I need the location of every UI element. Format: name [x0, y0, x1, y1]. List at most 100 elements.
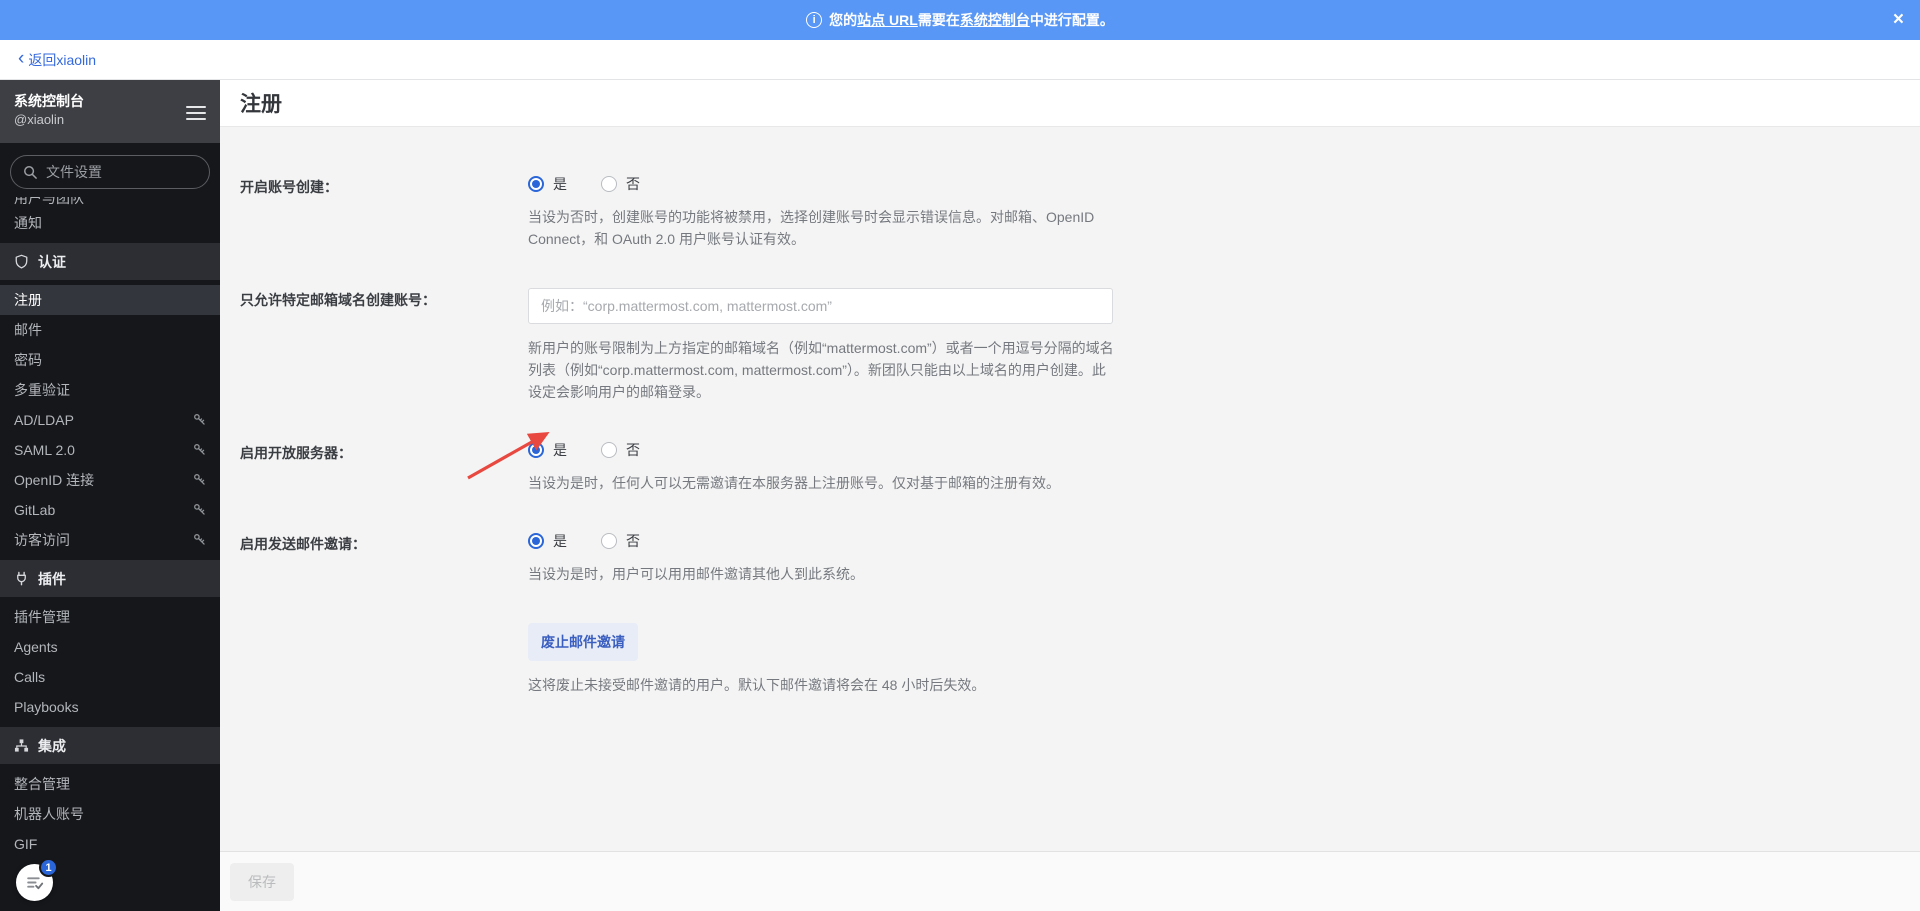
- system-console-link[interactable]: 系统控制台: [960, 10, 1030, 30]
- key-icon: [194, 444, 205, 455]
- sidebar-section-label: 集成: [38, 737, 66, 754]
- radio-icon[interactable]: [601, 176, 617, 192]
- back-link-label: 返回xiaolin: [28, 51, 97, 68]
- radio-option-no[interactable]: 否: [601, 174, 640, 194]
- sidebar-item[interactable]: 邮件: [0, 315, 220, 345]
- setting-row-enable-open-server: 启用开放服务器： 是 否 当设为是时，任何人可以无需邀请在本服务器上注册账号。仅…: [240, 441, 1920, 494]
- setting-label: 启用开放服务器：: [240, 445, 352, 461]
- radio-icon[interactable]: [528, 533, 544, 549]
- sidebar-item[interactable]: 整合管理: [0, 769, 220, 799]
- sidebar-search[interactable]: [10, 155, 210, 189]
- radio-label: 否: [626, 176, 640, 192]
- sidebar-item[interactable]: GIF: [0, 829, 220, 859]
- radio-group: 是 否: [528, 532, 1128, 550]
- sidebar-item[interactable]: 机器人账号: [0, 799, 220, 829]
- search-input[interactable]: [46, 164, 186, 180]
- banner-text-prefix: 您的: [829, 12, 858, 28]
- back-bar: ‹ 返回xiaolin: [0, 40, 1920, 80]
- announcement-banner: i 您的 站点 URL 需要在 系统控制台 中进行配置。 ×: [0, 0, 1920, 40]
- sidebar-subtitle: @xiaolin: [14, 112, 65, 127]
- domains-input[interactable]: [528, 288, 1113, 324]
- back-to-team-link[interactable]: ‹ 返回xiaolin: [18, 47, 97, 70]
- setting-label-empty: [240, 623, 528, 696]
- radio-label: 是: [553, 176, 567, 192]
- sidebar-item[interactable]: 访客访问: [0, 525, 220, 555]
- sidebar-item[interactable]: Playbooks: [0, 692, 220, 722]
- sidebar-title: 系统控制台: [14, 93, 84, 109]
- setting-label: 只允许特定邮箱域名创建账号：: [240, 292, 436, 308]
- save-button[interactable]: 保存: [230, 862, 294, 901]
- sidebar-item[interactable]: Agents: [0, 632, 220, 662]
- sidebar-section-label: 认证: [38, 253, 66, 270]
- content-header: 注册: [220, 80, 1920, 127]
- setting-label: 开启账号创建：: [240, 179, 338, 195]
- sidebar-item-label: 整合管理: [14, 776, 70, 792]
- key-icon: [194, 504, 205, 515]
- radio-option-yes[interactable]: 是: [528, 440, 567, 460]
- key-icon: [194, 414, 205, 425]
- search-icon: [24, 165, 37, 179]
- radio-label: 是: [553, 442, 567, 458]
- radio-icon[interactable]: [601, 442, 617, 458]
- radio-label: 否: [626, 442, 640, 458]
- help-text: 新用户的账号限制为上方指定的邮箱域名（例如“mattermost.com”）或者…: [528, 340, 1114, 400]
- sidebar-item-label: Calls: [14, 669, 46, 685]
- sidebar-item[interactable]: OpenID 连接: [0, 465, 220, 495]
- sitemap-icon: [14, 739, 29, 752]
- status-badge: 1: [39, 858, 58, 877]
- sidebar-item-label: 注册: [14, 292, 42, 308]
- avatar[interactable]: 1: [16, 858, 58, 901]
- setting-row-invalidate-invites: 废止邮件邀请 这将废止未接受邮件邀请的用户。默认下邮件邀请将会在 48 小时后失…: [240, 623, 1920, 696]
- sidebar-section-header[interactable]: 插件: [0, 560, 220, 597]
- sidebar-item[interactable]: 密码: [0, 345, 220, 375]
- radio-icon[interactable]: [528, 176, 544, 192]
- form-footer: 保存: [220, 851, 1920, 911]
- shield-icon: [15, 254, 28, 269]
- sidebar-item-label: Playbooks: [14, 699, 79, 715]
- radio-label: 是: [553, 533, 567, 549]
- sidebar-item-label: 密码: [14, 352, 42, 368]
- sidebar-item[interactable]: AD/LDAP: [0, 405, 220, 435]
- sidebar-item-label: SAML 2.0: [14, 442, 75, 458]
- plug-icon: [17, 571, 26, 586]
- sidebar-item-label: 通知: [14, 215, 42, 231]
- sidebar-section-header[interactable]: 认证: [0, 243, 220, 280]
- sidebar-item-clipped[interactable]: 用户与团队: [0, 197, 220, 208]
- radio-icon[interactable]: [601, 533, 617, 549]
- sidebar-item[interactable]: GitLab: [0, 495, 220, 525]
- sidebar-item-label: 邮件: [14, 322, 42, 338]
- help-text: 当设为是时，任何人可以无需邀请在本服务器上注册账号。仅对基于邮箱的注册有效。: [528, 475, 1060, 491]
- banner-text-middle: 需要在: [917, 12, 960, 28]
- sidebar-item[interactable]: 多重验证: [0, 375, 220, 405]
- close-icon[interactable]: ×: [1893, 0, 1904, 40]
- sidebar-item-label: GitLab: [14, 502, 56, 518]
- sidebar-item[interactable]: 通知: [0, 208, 220, 238]
- sidebar-item[interactable]: 插件管理: [0, 602, 220, 632]
- key-icon: [194, 474, 205, 485]
- radio-option-yes[interactable]: 是: [528, 174, 567, 194]
- help-text: 这将废止未接受邮件邀请的用户。默认下邮件邀请将会在 48 小时后失效。: [528, 677, 986, 693]
- sidebar-section-label: 插件: [38, 570, 66, 587]
- radio-option-no[interactable]: 否: [601, 440, 640, 460]
- site-url-link[interactable]: 站点 URL: [857, 10, 918, 30]
- sidebar-item[interactable]: Calls: [0, 662, 220, 692]
- help-text: 当设为是时，用户可以用用邮件邀请其他人到此系统。: [528, 566, 864, 582]
- chevron-left-icon: ‹: [18, 47, 25, 69]
- sidebar-item[interactable]: 注册: [0, 285, 220, 315]
- menu-icon[interactable]: [186, 92, 206, 124]
- setting-label: 启用发送邮件邀请：: [240, 536, 366, 552]
- radio-label: 否: [626, 533, 640, 549]
- sidebar-item-label: 机器人账号: [14, 806, 84, 822]
- radio-option-no[interactable]: 否: [601, 531, 640, 551]
- radio-option-yes[interactable]: 是: [528, 531, 567, 551]
- system-console-sidebar: 系统控制台 @xiaolin 用户与团队 通知认证注册邮件密码多重验证 AD/LD…: [0, 80, 220, 911]
- sidebar-item-label: AD/LDAP: [14, 412, 74, 428]
- invalidate-invites-button[interactable]: 废止邮件邀请: [528, 623, 638, 661]
- settings-form: 开启账号创建： 是 否 当设为否时，创建账号的功能将被禁用，选择创建账号时会显示…: [220, 127, 1920, 851]
- sidebar-header: 系统控制台 @xiaolin: [0, 80, 220, 143]
- banner-text-suffix: 中进行配置。: [1029, 12, 1114, 28]
- sidebar-item[interactable]: SAML 2.0: [0, 435, 220, 465]
- sidebar-section-header[interactable]: 集成: [0, 727, 220, 764]
- radio-icon[interactable]: [528, 442, 544, 458]
- sidebar-item-label: OpenID 连接: [14, 472, 95, 488]
